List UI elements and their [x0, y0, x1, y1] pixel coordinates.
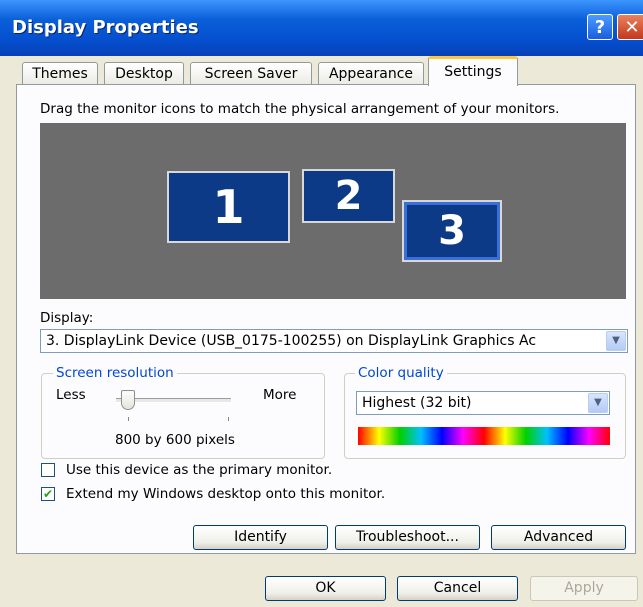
chevron-down-icon[interactable]: ▼: [606, 331, 626, 351]
resolution-slider-thumb[interactable]: [121, 390, 135, 410]
close-button[interactable]: ✕: [617, 14, 643, 40]
checkmark-icon: ✔: [42, 487, 54, 501]
tab-themes[interactable]: Themes: [22, 62, 98, 84]
monitor-2-icon[interactable]: 2: [302, 169, 395, 223]
display-select-value: 3. DisplayLink Device (USB_0175-100255) …: [46, 333, 537, 349]
cancel-button[interactable]: Cancel: [397, 576, 518, 601]
chevron-down-icon[interactable]: ▼: [588, 393, 608, 413]
window-title: Display Properties: [12, 17, 199, 38]
monitor-number: 3: [438, 208, 466, 254]
extend-desktop-checkbox[interactable]: ✔: [41, 487, 55, 501]
troubleshoot-button[interactable]: Troubleshoot...: [335, 525, 480, 550]
resolution-value: 800 by 600 pixels: [115, 432, 235, 448]
identify-button[interactable]: Identify: [193, 525, 328, 550]
color-quality-select[interactable]: Highest (32 bit) ▼: [356, 391, 610, 415]
monitor-arrangement-area[interactable]: 1 2 3: [40, 123, 626, 299]
monitor-number: 2: [334, 173, 363, 219]
tab-desktop[interactable]: Desktop: [104, 62, 184, 84]
apply-button[interactable]: Apply: [530, 576, 638, 601]
monitor-3-icon[interactable]: 3: [402, 200, 502, 262]
instructions-text: Drag the monitor icons to match the phys…: [40, 101, 560, 117]
tab-appearance[interactable]: Appearance: [318, 62, 424, 84]
tab-strip: Themes Desktop Screen Saver Appearance S…: [0, 56, 643, 86]
tab-settings[interactable]: Settings: [428, 56, 518, 86]
tab-screen-saver[interactable]: Screen Saver: [190, 62, 312, 84]
monitor-1-icon[interactable]: 1: [167, 171, 290, 243]
display-select[interactable]: 3. DisplayLink Device (USB_0175-100255) …: [40, 329, 628, 353]
ok-button[interactable]: OK: [265, 576, 386, 601]
display-properties-window: Display Properties ? ✕ Themes Desktop Sc…: [0, 0, 643, 607]
resolution-more-label: More: [263, 387, 297, 403]
help-icon: ?: [594, 17, 606, 38]
help-button[interactable]: ?: [587, 14, 613, 40]
color-quality-group: [344, 373, 626, 459]
primary-monitor-label[interactable]: Use this device as the primary monitor.: [66, 462, 332, 478]
slider-tick: [128, 417, 129, 421]
advanced-button[interactable]: Advanced: [491, 525, 626, 550]
primary-monitor-checkbox[interactable]: [41, 463, 55, 477]
screen-resolution-title: Screen resolution: [53, 365, 177, 381]
display-label: Display:: [40, 310, 94, 326]
color-spectrum-bar: [358, 427, 610, 445]
title-bar[interactable]: Display Properties ? ✕: [0, 0, 643, 56]
resolution-less-label: Less: [56, 387, 86, 403]
monitor-number: 1: [212, 180, 245, 234]
slider-tick: [228, 417, 229, 421]
close-icon: ✕: [624, 17, 640, 38]
color-quality-title: Color quality: [355, 365, 447, 381]
extend-desktop-label[interactable]: Extend my Windows desktop onto this moni…: [66, 486, 385, 502]
color-quality-value: Highest (32 bit): [362, 395, 472, 411]
